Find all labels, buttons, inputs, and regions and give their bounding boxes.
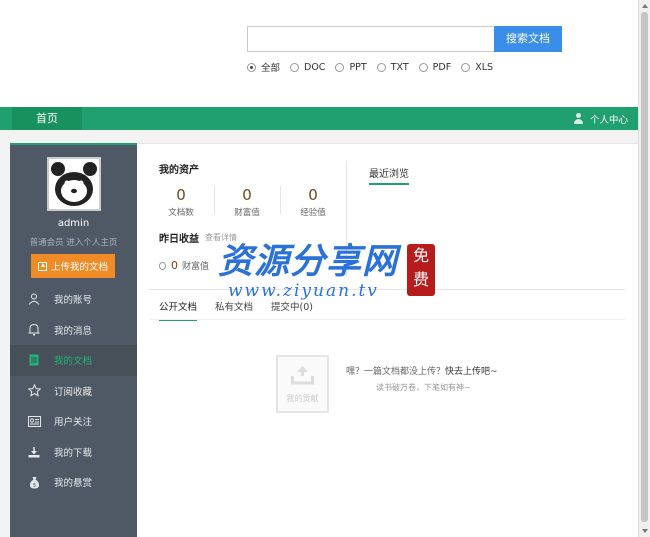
filter-label: 全部 [261,63,281,74]
search-button[interactable]: 搜索文档 [494,26,562,52]
member-link[interactable]: 普通会员 进入个人主页 [10,236,137,248]
main-nav: 首页 个人中心 [0,107,638,130]
sidebar-item-favorites[interactable]: 订阅收藏 [10,376,137,407]
radio-icon[interactable] [376,62,386,72]
user-center-link[interactable]: 个人中心 [573,107,628,130]
id-card-icon [26,414,42,428]
coin-icon [159,261,166,270]
wealth-value: 0 [171,259,178,272]
tab-submitting[interactable]: 提交中(0) [271,299,313,321]
stat-label: 财富值 [234,208,260,218]
scroll-up-icon[interactable] [642,4,648,8]
star-icon [26,384,42,398]
scroll-down-icon[interactable] [642,529,648,533]
download-icon [26,445,42,459]
filter-label: XLS [475,61,494,73]
stat-label: 文档数 [168,208,194,218]
doc-type-filters: 全部 DOC PPT TXT PDF XLS [247,60,503,74]
divider [149,319,625,320]
money-bag-icon: $ [26,475,42,489]
sidebar-item-messages[interactable]: 我的消息 [10,315,137,346]
upload-now-link[interactable]: 快去上传吧~ [445,367,498,377]
filter-txt[interactable]: TXT [376,60,409,74]
filter-xls[interactable]: XLS [461,60,493,74]
wealth-label: 财富值 [182,262,210,272]
stat-wealth: 0 财富值 [214,186,280,218]
page-scrollbar[interactable] [638,0,650,537]
sidebar-item-label: 用户关注 [54,417,93,429]
nav-home-link[interactable]: 首页 [12,107,82,130]
stat-value: 0 [176,186,186,204]
avatar[interactable] [47,157,101,211]
search-input[interactable] [247,26,495,52]
empty-contribution-box: 我的贡献 [276,355,329,413]
divider [10,143,137,145]
panda-avatar-icon [49,159,99,209]
radio-icon[interactable] [335,62,345,72]
sidebar-menu: 我的账号 我的消息 我的文档 订阅收藏 用户关注 我的下载 $ 我的悬赏 [10,284,137,498]
bell-icon [26,323,42,337]
scroll-thumb[interactable] [641,12,648,522]
tab-private[interactable]: 私有文档 [215,299,253,321]
watermark: 资源分享网 www.ziyuan.tv [218,233,399,301]
yesterday-earnings-title: 昨日收益 [159,234,199,245]
yesterday-wealth: 0 财富值 [159,259,209,272]
watermark-url: www.ziyuan.tv [228,281,379,301]
stat-label: 经验值 [300,208,326,218]
sidebar: admin 普通会员 进入个人主页 上传我的文档 我的账号 我的消息 我的文档 [10,143,137,537]
sidebar-item-label: 我的悬赏 [54,478,93,490]
stat-value: 0 [308,186,318,204]
user-center-label: 个人中心 [589,114,628,126]
header-area: 搜索文档 全部 DOC PPT TXT PDF XLS [0,0,638,107]
filter-all[interactable]: 全部 [247,60,280,74]
empty-box-label: 我的贡献 [286,394,319,403]
filter-pdf[interactable]: PDF [418,60,452,74]
sidebar-item-label: 我的账号 [54,295,93,307]
radio-icon[interactable] [290,62,300,72]
upload-icon [37,261,47,271]
filter-doc[interactable]: DOC [290,60,325,74]
filter-label: TXT [390,61,409,73]
sidebar-item-label: 订阅收藏 [54,386,93,398]
username: admin [57,218,90,229]
sidebar-item-downloads[interactable]: 我的下载 [10,437,137,468]
filter-label: DOC [304,61,326,73]
watermark-seal: 免费 [407,244,435,296]
filter-label: PDF [432,61,452,73]
radio-icon[interactable] [418,62,428,72]
stat-value: 0 [242,186,252,204]
stat-experience: 0 经验值 [280,186,346,218]
watermark-text: 资源分享网 [218,241,399,282]
tab-public[interactable]: 公开文档 [159,299,198,321]
sidebar-item-rewards[interactable]: $ 我的悬赏 [10,467,137,498]
empty-message: 嘿？一篇文档都没上传？快去上传吧~ [346,364,498,377]
divider [149,289,625,290]
sidebar-item-label: 我的消息 [54,325,93,337]
sidebar-item-account[interactable]: 我的账号 [10,284,137,315]
user-icon [573,113,584,124]
upload-tray-icon [291,366,314,385]
sidebar-item-following[interactable]: 用户关注 [10,406,137,437]
document-tabs: 公开文档 私有文档 提交中(0) [159,299,331,321]
radio-icon[interactable] [247,62,256,72]
svg-text:$: $ [32,482,36,488]
sidebar-item-label: 我的文档 [54,356,93,368]
assets-title: 我的资产 [159,165,199,176]
filter-ppt[interactable]: PPT [335,60,367,74]
upload-document-button[interactable]: 上传我的文档 [31,254,115,278]
recent-views-title[interactable]: 最近浏览 [369,165,409,185]
document-icon [26,353,42,367]
stat-documents: 0 文档数 [148,186,214,218]
sidebar-item-label: 我的下载 [54,447,93,459]
upload-label: 上传我的文档 [50,262,108,273]
empty-subtext: 读书破万卷，下笔如有神~ [376,383,471,392]
main-panel: 我的资产 0 文档数 0 财富值 0 经验值 最近浏览 昨日收益 查看详情 0 … [137,143,638,537]
sidebar-item-documents[interactable]: 我的文档 [10,345,137,376]
filter-label: PPT [349,61,367,73]
radio-icon[interactable] [461,62,471,72]
empty-message-text: 嘿？一篇文档都没上传？ [346,367,446,377]
user-icon [26,292,42,306]
